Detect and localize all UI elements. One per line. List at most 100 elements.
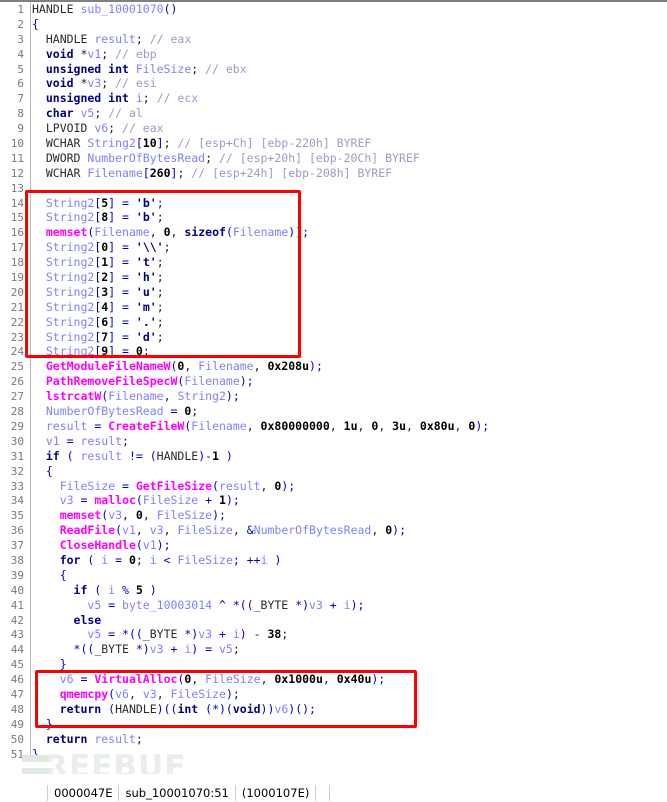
code-line[interactable]: 14 String2[5] = 'b'; [0, 196, 667, 211]
code-line[interactable]: 48 return (HANDLE)((int (*)(void))v6)(); [0, 702, 667, 717]
line-code[interactable]: } [32, 657, 67, 672]
code-line[interactable]: 25 GetModuleFileNameW(0, Filename, 0x208… [0, 359, 667, 374]
code-line[interactable]: 2{ [0, 17, 667, 32]
line-code[interactable]: NumberOfBytesRead = 0; [32, 404, 198, 419]
code-line[interactable]: 17 String2[0] = '\\'; [0, 240, 667, 255]
line-code[interactable]: WCHAR Filename[260]; // [esp+24h] [ebp-2… [32, 166, 392, 181]
pseudocode-code-area[interactable]: 1 HANDLE sub_10001070() 2{3 HANDLE result;… [0, 2, 667, 774]
code-line[interactable]: 29 result = CreateFileW(Filename, 0x8000… [0, 419, 667, 434]
code-line[interactable]: 34 v3 = malloc(FileSize + 1); [0, 493, 667, 508]
line-code[interactable]: v3 = malloc(FileSize + 1); [32, 493, 240, 508]
line-code[interactable]: WCHAR String2[10]; // [esp+Ch] [ebp-220h… [32, 136, 371, 151]
line-code[interactable]: String2[9] = 0; [32, 344, 150, 359]
line-code[interactable]: ReadFile(v1, v3, FileSize, &NumberOfByte… [32, 523, 406, 538]
line-code[interactable]: for ( i = 0; i < FileSize; ++i ) [32, 553, 282, 568]
line-code[interactable]: String2[7] = 'd'; [32, 330, 164, 345]
code-line[interactable]: 10 WCHAR String2[10]; // [esp+Ch] [ebp-2… [0, 136, 667, 151]
line-code[interactable]: HANDLE sub_10001070() [32, 2, 177, 17]
code-line[interactable]: 3 HANDLE result; // eax [0, 32, 667, 47]
code-line[interactable]: 38 for ( i = 0; i < FileSize; ++i ) [0, 553, 667, 568]
code-line[interactable]: 42 else [0, 613, 667, 628]
line-code[interactable]: String2[0] = '\\'; [32, 240, 171, 255]
code-line[interactable]: 31 if ( result != (HANDLE)-1 ) [0, 449, 667, 464]
code-line[interactable]: 50 return result; [0, 732, 667, 747]
line-code[interactable]: qmemcpy(v6, v3, FileSize); [32, 687, 240, 702]
code-line[interactable]: 11 DWORD NumberOfBytesRead; // [esp+20h]… [0, 151, 667, 166]
code-line[interactable]: 32 { [0, 464, 667, 479]
code-line[interactable]: 5 unsigned int FileSize; // ebx [0, 62, 667, 77]
code-line[interactable]: 19 String2[2] = 'h'; [0, 270, 667, 285]
code-line[interactable]: 28 NumberOfBytesRead = 0; [0, 404, 667, 419]
line-code[interactable]: if ( i % 5 ) [32, 583, 157, 598]
code-line[interactable]: 40 if ( i % 5 ) [0, 583, 667, 598]
code-line[interactable]: 9 LPVOID v6; // eax [0, 121, 667, 136]
line-code[interactable]: memset(Filename, 0, sizeof(Filename)); [32, 225, 309, 240]
line-code[interactable]: String2[3] = 'u'; [32, 285, 164, 300]
line-code[interactable]: } [32, 747, 39, 762]
code-line-list[interactable]: 1 HANDLE sub_10001070() 2{3 HANDLE result;… [0, 2, 667, 761]
code-line[interactable]: 44 *((_BYTE *)v3 + i) = v5; [0, 642, 667, 657]
line-code[interactable]: unsigned int FileSize; // ebx [32, 62, 247, 77]
line-code[interactable]: { [32, 568, 67, 583]
line-code[interactable]: CloseHandle(v1); [32, 538, 171, 553]
code-line[interactable]: 13 [0, 181, 667, 196]
code-line[interactable]: 27 lstrcatW(Filename, String2); [0, 389, 667, 404]
code-line[interactable]: 21 String2[4] = 'm'; [0, 300, 667, 315]
code-line[interactable]: 15 String2[8] = 'b'; [0, 210, 667, 225]
line-code[interactable]: lstrcatW(Filename, String2); [32, 389, 240, 404]
line-code[interactable]: FileSize = GetFileSize(result, 0); [32, 479, 295, 494]
line-code[interactable]: memset(v3, 0, FileSize); [32, 508, 226, 523]
code-line[interactable]: 47 qmemcpy(v6, v3, FileSize); [0, 687, 667, 702]
code-line[interactable]: 43 v5 = *((_BYTE *)v3 + i) - 38; [0, 627, 667, 642]
line-code[interactable]: v6 = VirtualAlloc(0, FileSize, 0x1000u, … [32, 672, 386, 687]
code-line[interactable]: 22 String2[6] = '.'; [0, 315, 667, 330]
code-line[interactable]: 37 CloseHandle(v1); [0, 538, 667, 553]
code-line[interactable]: 51} [0, 747, 667, 762]
line-code[interactable] [32, 181, 39, 196]
line-code[interactable]: } [32, 717, 53, 732]
line-code[interactable]: v5 = *((_BYTE *)v3 + i) - 38; [32, 627, 288, 642]
line-code[interactable]: return result; [32, 732, 143, 747]
code-line[interactable]: 36 ReadFile(v1, v3, FileSize, &NumberOfB… [0, 523, 667, 538]
code-line[interactable]: 12 WCHAR Filename[260]; // [esp+24h] [eb… [0, 166, 667, 181]
code-line[interactable]: 6 void *v3; // esi [0, 76, 667, 91]
line-code[interactable]: unsigned int i; // ecx [32, 91, 198, 106]
line-code[interactable]: HANDLE result; // eax [32, 32, 191, 47]
code-line[interactable]: 16 memset(Filename, 0, sizeof(Filename))… [0, 225, 667, 240]
line-code[interactable]: v5 = byte_10003014 ^ *((_BYTE *)v3 + i); [32, 598, 364, 613]
code-line[interactable]: 18 String2[1] = 't'; [0, 255, 667, 270]
line-code[interactable]: char v5; // al [32, 106, 143, 121]
code-line[interactable]: 46 v6 = VirtualAlloc(0, FileSize, 0x1000… [0, 672, 667, 687]
line-code[interactable]: return (HANDLE)((int (*)(void))v6)(); [32, 702, 316, 717]
line-code[interactable]: String2[5] = 'b'; [32, 196, 164, 211]
line-code[interactable]: v1 = result; [32, 434, 129, 449]
line-code[interactable]: String2[1] = 't'; [32, 255, 164, 270]
line-code[interactable]: String2[8] = 'b'; [32, 210, 164, 225]
code-line[interactable]: 7 unsigned int i; // ecx [0, 91, 667, 106]
line-code[interactable]: String2[4] = 'm'; [32, 300, 164, 315]
line-code[interactable]: { [32, 464, 53, 479]
line-code[interactable]: String2[2] = 'h'; [32, 270, 164, 285]
code-line[interactable]: 26 PathRemoveFileSpecW(Filename); [0, 374, 667, 389]
code-line[interactable]: 20 String2[3] = 'u'; [0, 285, 667, 300]
line-code[interactable]: PathRemoveFileSpecW(Filename); [32, 374, 254, 389]
code-line[interactable]: 23 String2[7] = 'd'; [0, 330, 667, 345]
line-code[interactable]: result = CreateFileW(Filename, 0x8000000… [32, 419, 489, 434]
line-code[interactable]: GetModuleFileNameW(0, Filename, 0x208u); [32, 359, 323, 374]
code-line[interactable]: 24 String2[9] = 0; [0, 344, 667, 359]
code-line[interactable]: 30 v1 = result; [0, 434, 667, 449]
code-line[interactable]: 35 memset(v3, 0, FileSize); [0, 508, 667, 523]
line-code[interactable]: if ( result != (HANDLE)-1 ) [32, 449, 233, 464]
code-line[interactable]: 39 { [0, 568, 667, 583]
code-line[interactable]: 1 HANDLE sub_10001070() [0, 2, 667, 17]
code-line[interactable]: 45 } [0, 657, 667, 672]
line-code[interactable]: *((_BYTE *)v3 + i) = v5; [32, 642, 240, 657]
line-code[interactable]: else [32, 613, 102, 628]
code-line[interactable]: 49 } [0, 717, 667, 732]
code-line[interactable]: 8 char v5; // al [0, 106, 667, 121]
code-line[interactable]: 33 FileSize = GetFileSize(result, 0); [0, 479, 667, 494]
line-code[interactable]: { [32, 17, 39, 32]
line-code[interactable]: LPVOID v6; // eax [32, 121, 164, 136]
line-code[interactable]: void *v1; // ebp [32, 47, 157, 62]
code-line[interactable]: 41 v5 = byte_10003014 ^ *((_BYTE *)v3 + … [0, 598, 667, 613]
